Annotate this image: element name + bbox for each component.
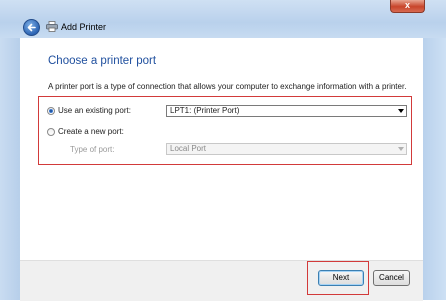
back-arrow-icon bbox=[27, 23, 36, 32]
cancel-button[interactable]: Cancel bbox=[373, 270, 410, 286]
chevron-down-icon bbox=[398, 147, 404, 151]
window-frame-left bbox=[0, 38, 20, 300]
page-title: Choose a printer port bbox=[48, 55, 157, 67]
port-type-dropdown[interactable]: Local Port bbox=[166, 143, 407, 155]
port-type-value: Local Port bbox=[170, 144, 207, 153]
chevron-down-icon bbox=[398, 109, 404, 113]
existing-port-dropdown[interactable]: LPT1: (Printer Port) bbox=[166, 105, 407, 117]
close-icon: x bbox=[404, 0, 410, 10]
create-new-port-label[interactable]: Create a new port: bbox=[58, 127, 124, 136]
window-title-bar bbox=[0, 0, 446, 38]
window-title: Add Printer bbox=[61, 22, 107, 32]
existing-port-value: LPT1: (Printer Port) bbox=[170, 106, 240, 115]
back-button[interactable] bbox=[23, 19, 40, 36]
create-new-port-radio[interactable] bbox=[47, 128, 55, 136]
use-existing-port-radio[interactable] bbox=[47, 107, 55, 115]
page-description: A printer port is a type of connection t… bbox=[48, 82, 407, 91]
close-button[interactable]: x bbox=[390, 0, 425, 13]
next-button[interactable]: Next bbox=[318, 270, 364, 286]
use-existing-port-label[interactable]: Use an existing port: bbox=[58, 106, 131, 115]
window-frame-right bbox=[423, 38, 446, 300]
printer-icon bbox=[46, 21, 58, 32]
type-of-port-label: Type of port: bbox=[70, 145, 115, 154]
